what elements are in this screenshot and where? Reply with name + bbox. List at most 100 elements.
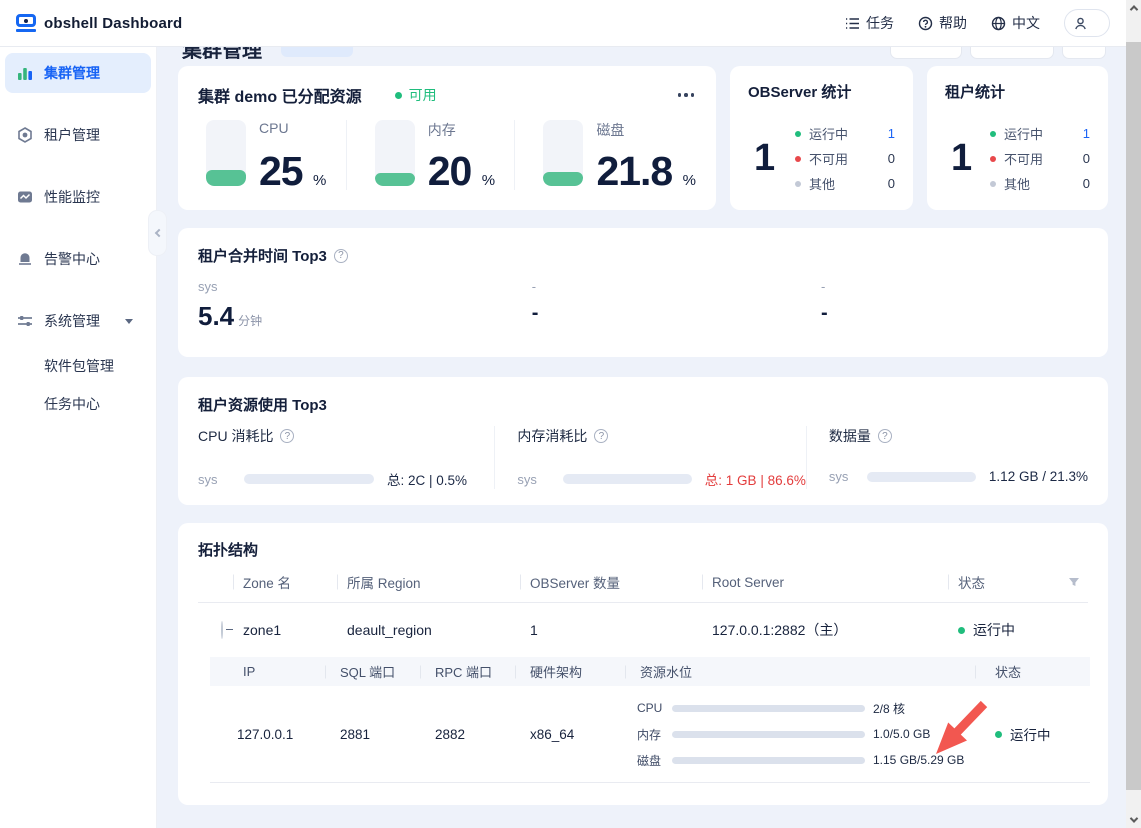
globe-icon bbox=[991, 16, 1006, 31]
brand[interactable]: obshell Dashboard bbox=[16, 14, 182, 32]
merge-item: - - bbox=[532, 279, 821, 329]
column-status: 状态 bbox=[958, 572, 985, 592]
merge-value: - bbox=[532, 303, 539, 323]
monitor-chart-icon bbox=[17, 189, 33, 205]
sidebar-item-task-center[interactable]: 任务中心 bbox=[5, 385, 151, 423]
chevron-left-icon bbox=[154, 229, 162, 237]
status-dot bbox=[995, 731, 1002, 738]
task-list-icon bbox=[845, 16, 860, 31]
nav-help[interactable]: 帮助 bbox=[918, 13, 967, 33]
region-cell: deault_region bbox=[337, 622, 520, 638]
disk-resource-line: 磁盘 1.15 GB/5.29 GB bbox=[637, 752, 975, 769]
question-circle-icon[interactable]: ? bbox=[280, 429, 294, 443]
zone-status: 运行中 bbox=[958, 620, 1015, 640]
observer-count-cell: 1 bbox=[520, 622, 702, 638]
collapse-row-icon[interactable] bbox=[221, 621, 223, 639]
resource-value: 1.0/5.0 GB bbox=[873, 727, 930, 741]
cluster-card-title: 集群 demo 已分配资源 bbox=[198, 83, 362, 107]
cpu-gauge-bar bbox=[206, 120, 246, 186]
obshell-dashboard-app: obshell Dashboard 任务 帮助 中文 集群管理 bbox=[0, 0, 1141, 828]
gauge-label: 内存 bbox=[428, 120, 495, 140]
filter-icon[interactable] bbox=[1068, 576, 1080, 588]
page-title: 集群管理 bbox=[182, 47, 262, 59]
memory-resource-line: 内存 1.0/5.0 GB bbox=[637, 726, 975, 743]
legend-value: 0 bbox=[1083, 176, 1090, 191]
sidebar-item-alert-center[interactable]: 告警中心 bbox=[5, 239, 151, 279]
column-observer-count: OBServer 数量 bbox=[520, 572, 702, 592]
legend-value: 0 bbox=[1083, 151, 1090, 166]
clipped-toolbar-button[interactable] bbox=[890, 47, 962, 59]
column-architecture: 硬件架构 bbox=[515, 662, 625, 681]
cpu-usage-metric: CPU 消耗比 ? sys 总: 2C | 0.5% bbox=[198, 426, 494, 489]
nav-language[interactable]: 中文 bbox=[991, 13, 1040, 33]
sidebar-item-package-management[interactable]: 软件包管理 bbox=[5, 347, 151, 385]
column-region: 所属 Region bbox=[337, 572, 520, 592]
legend-value[interactable]: 1 bbox=[1083, 126, 1090, 141]
scrollbar-up-arrow[interactable] bbox=[1126, 0, 1141, 16]
column-ip: IP bbox=[210, 664, 325, 679]
nav-language-label: 中文 bbox=[1012, 13, 1040, 33]
cluster-status-label: 可用 bbox=[409, 85, 437, 105]
server-table: IP SQL 端口 RPC 端口 硬件架构 资源水位 状态 127.0.0.1 … bbox=[210, 657, 1090, 783]
question-circle-icon[interactable]: ? bbox=[334, 249, 348, 263]
metric-value: 总: 2C | 0.5% bbox=[387, 469, 467, 489]
usage-card-title: 租户资源使用 Top3 bbox=[198, 394, 1088, 415]
nav-tasks-label: 任务 bbox=[866, 13, 894, 33]
column-status: 状态 bbox=[975, 662, 1090, 681]
usage-bar bbox=[563, 474, 692, 484]
more-icon[interactable] bbox=[676, 89, 697, 101]
memory-gauge-bar bbox=[375, 120, 415, 186]
sidebar-item-system-management[interactable]: 系统管理 bbox=[5, 301, 151, 341]
status-dot bbox=[395, 92, 402, 99]
legend-label: 运行中 bbox=[809, 124, 848, 143]
sidebar-item-label: 任务中心 bbox=[44, 394, 100, 414]
sidebar-collapse-handle[interactable] bbox=[148, 210, 167, 256]
architecture-cell: x86_64 bbox=[515, 727, 625, 742]
gauge-value: 21.8 bbox=[596, 148, 672, 194]
legend-row-unavailable: 不可用 0 bbox=[795, 149, 895, 168]
legend-value[interactable]: 1 bbox=[888, 126, 895, 141]
bar-chart-icon bbox=[17, 65, 33, 81]
clipped-toolbar-button[interactable] bbox=[1062, 47, 1106, 59]
resource-bar bbox=[672, 705, 865, 712]
legend-label: 运行中 bbox=[1004, 124, 1043, 143]
metric-title: 内存消耗比 bbox=[517, 426, 587, 446]
sidebar-item-label: 系统管理 bbox=[44, 311, 100, 331]
tenant-total: 1 bbox=[951, 137, 972, 180]
usage-bar bbox=[867, 472, 976, 482]
nav-tasks[interactable]: 任务 bbox=[845, 13, 894, 33]
column-root-server: Root Server bbox=[702, 575, 948, 590]
zone-table-row: zone1 deault_region 1 127.0.0.1:2882（主） … bbox=[198, 603, 1088, 657]
zone-name-cell: zone1 bbox=[233, 622, 337, 638]
topology-card: 拓扑结构 Zone 名 所属 Region OBServer 数量 Root S… bbox=[178, 523, 1108, 805]
sidebar-item-tenant-management[interactable]: 租户管理 bbox=[5, 115, 151, 155]
status-dot bbox=[795, 156, 801, 162]
legend-label: 其他 bbox=[809, 174, 835, 193]
sidebar-item-cluster-management[interactable]: 集群管理 bbox=[5, 53, 151, 93]
bell-icon bbox=[17, 251, 33, 267]
merge-tenant-name: sys bbox=[198, 279, 532, 294]
clipped-status-tag bbox=[281, 47, 353, 57]
gauge-unit: % bbox=[482, 172, 495, 189]
status-dot bbox=[990, 156, 996, 162]
merge-time-card: 租户合并时间 Top3 ? sys 5.4 分钟 - - bbox=[178, 228, 1108, 357]
resource-value: 2/8 核 bbox=[873, 700, 905, 717]
disk-gauge: 磁盘 21.8 % bbox=[514, 120, 696, 190]
user-icon bbox=[1073, 16, 1088, 31]
server-status-label: 运行中 bbox=[1010, 724, 1051, 744]
gauge-unit: % bbox=[313, 172, 326, 189]
clipped-toolbar-button[interactable] bbox=[970, 47, 1054, 59]
question-circle-icon[interactable]: ? bbox=[878, 429, 892, 443]
user-avatar[interactable] bbox=[1064, 9, 1110, 37]
legend-row-other: 其他 0 bbox=[990, 174, 1090, 193]
memory-usage-metric: 内存消耗比 ? sys 总: 1 GB | 86.6% bbox=[494, 426, 806, 489]
scrollbar-thumb[interactable] bbox=[1126, 42, 1141, 790]
rpc-port-cell: 2882 bbox=[420, 727, 515, 742]
scrollbar-down-arrow[interactable] bbox=[1126, 812, 1141, 828]
window-scrollbar[interactable] bbox=[1126, 0, 1141, 828]
sidebar-item-performance-monitor[interactable]: 性能监控 bbox=[5, 177, 151, 217]
metric-value: 总: 1 GB | 86.6% bbox=[705, 469, 806, 489]
question-circle-icon[interactable]: ? bbox=[594, 429, 608, 443]
metric-tenant: sys bbox=[517, 472, 563, 487]
merge-tenant-name: - bbox=[821, 279, 1088, 294]
